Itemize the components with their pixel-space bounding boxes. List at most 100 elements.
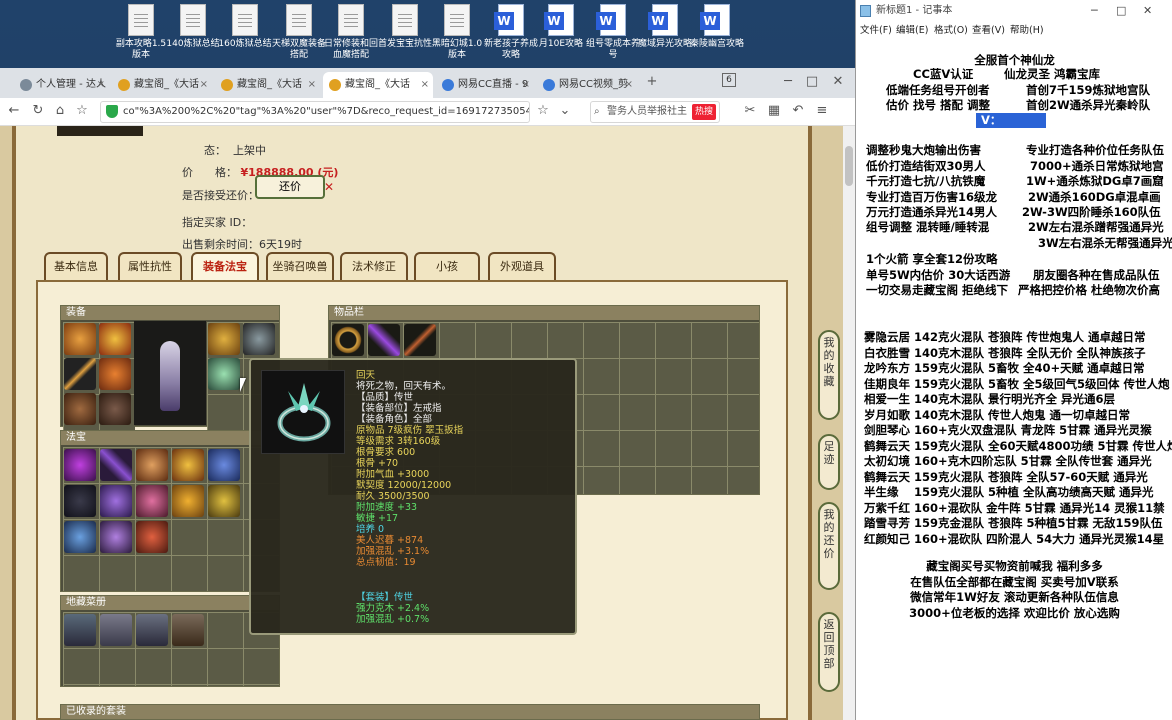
magic-item-7[interactable] [100, 485, 132, 517]
minimize-button[interactable]: ─ [778, 72, 798, 92]
np-line-3b: 首创7千159炼狱地宫队 [1026, 83, 1151, 97]
inventory-item-2[interactable] [368, 324, 400, 356]
desktop-icon-6[interactable]: 黑暗幻城1.0版本 [430, 4, 484, 61]
tab-count-badge[interactable]: 6 [722, 73, 736, 87]
magic-item-1[interactable] [64, 449, 96, 481]
close-icon[interactable]: × [97, 72, 105, 98]
minimize-button[interactable]: ─ [1091, 0, 1098, 22]
magic-item-4[interactable] [172, 449, 204, 481]
tooltip-name: 回天 [356, 370, 376, 381]
equip-belt[interactable] [64, 393, 96, 425]
magic-item-11[interactable] [64, 521, 96, 553]
desktop-icon-4[interactable]: 日常修装和回血魔搭配 [324, 4, 378, 61]
ghost-card-1[interactable] [64, 614, 96, 646]
magic-item-9[interactable] [172, 485, 204, 517]
ghost-card-4[interactable] [172, 614, 204, 646]
menu-format[interactable]: 格式(O) [934, 22, 968, 36]
equip-boots[interactable] [99, 393, 131, 425]
back-to-top-button[interactable]: 返回顶部 [818, 612, 840, 692]
tab-equipment[interactable]: 装备法宝 [191, 252, 259, 280]
menu-icon[interactable]: ▦ [764, 101, 784, 121]
tab-mount-summons[interactable]: 坐骑召唤兽 [266, 252, 334, 280]
desktop-icon-9[interactable]: W 组号零成本养号 [586, 4, 640, 61]
menu-view[interactable]: 查看(V) [972, 22, 1005, 36]
tab-spell-correction[interactable]: 法术修正 [340, 252, 408, 280]
dropdown-icon[interactable]: ⌄ [555, 101, 575, 121]
desktop-icon-3[interactable]: 天梯双魔装备搭配 [272, 4, 326, 61]
equip-necklace[interactable] [208, 323, 240, 355]
menu-help[interactable]: 帮助(H) [1010, 22, 1044, 36]
tab-cbg-active[interactable]: 藏宝阁_《大话 × [323, 72, 433, 98]
undo-icon[interactable]: ↶ [788, 101, 808, 121]
magic-item-2[interactable] [100, 449, 132, 481]
my-favorites-button[interactable]: 我的收藏 [818, 330, 840, 420]
desktop-icon-10[interactable]: W 魔域异光攻略 [638, 4, 692, 50]
maximize-button[interactable]: □ [802, 72, 822, 92]
scrollbar-thumb[interactable] [845, 146, 853, 186]
star-icon[interactable]: ☆ [533, 101, 553, 121]
new-tab-button[interactable]: + [642, 72, 662, 92]
back-button[interactable]: ← [4, 101, 24, 121]
menu-edit[interactable]: 编辑(E) [896, 22, 928, 36]
desktop-icon-2[interactable]: 160炼狱总结 [218, 4, 272, 50]
close-icon[interactable]: × [421, 72, 429, 98]
haggle-button[interactable]: 还价 [255, 175, 325, 199]
my-haggle-button[interactable]: 我的还价 [818, 502, 840, 590]
close-window-button[interactable]: ✕ [828, 72, 848, 92]
page-scrollbar[interactable] [843, 126, 855, 720]
hot-search-badge[interactable]: 热搜 [691, 104, 716, 120]
tab-attributes[interactable]: 属性抗性 [118, 252, 182, 280]
tab-cbg-2[interactable]: 藏宝阁_《大话 × [215, 72, 320, 98]
desktop-icon-11[interactable]: W 秦陵幽宫攻略 [690, 4, 744, 50]
ghost-card-2[interactable] [100, 614, 132, 646]
magic-item-10[interactable] [208, 485, 240, 517]
close-button[interactable]: ✕ [1143, 0, 1152, 22]
equip-ring-right[interactable] [243, 323, 275, 355]
close-icon[interactable]: × [200, 72, 208, 98]
tab-cbg-1[interactable]: 藏宝阁_《大话 × [112, 72, 212, 98]
home-icon[interactable]: ⌂ [50, 101, 70, 121]
desktop-icon-7[interactable]: W 新老孩子养成攻略 [484, 4, 538, 61]
magic-item-6[interactable] [64, 485, 96, 517]
magic-item-12[interactable] [100, 521, 132, 553]
price-label: 价 格： [182, 166, 237, 179]
equip-weapon[interactable] [64, 358, 96, 390]
magic-item-5[interactable] [208, 449, 240, 481]
equip-ring-left[interactable] [208, 358, 240, 390]
inventory-item-3[interactable] [404, 324, 436, 356]
close-icon[interactable]: × [308, 72, 316, 98]
desktop-icon-5[interactable]: 首发宝宝抗性 [378, 4, 432, 50]
magic-item-8[interactable] [136, 485, 168, 517]
magic-item-3[interactable] [136, 449, 168, 481]
tab-cc-video[interactable]: 网易CC视频_剪 × [537, 72, 637, 98]
tooltip-hp: 附加气血 +3000 [356, 469, 430, 480]
inventory-item-1[interactable] [332, 324, 364, 356]
tab-basic-info[interactable]: 基本信息 [44, 252, 108, 280]
tab-cc-live[interactable]: 网易CC直播 - 9 × [436, 72, 534, 98]
tab-appearance[interactable]: 外观道具 [488, 252, 556, 280]
magic-item-13[interactable] [136, 521, 168, 553]
tab-personal[interactable]: 个人管理 - 达人 × [14, 72, 109, 98]
footprint-button[interactable]: 足迹 [818, 434, 840, 490]
maximize-button[interactable]: □ [1116, 0, 1126, 22]
desktop-icon-1[interactable]: 140炼狱总结 [166, 4, 220, 50]
ghost-card-3[interactable] [136, 614, 168, 646]
equip-header: 装备 [61, 306, 279, 320]
equip-helm[interactable] [99, 323, 131, 355]
np-contact-selected[interactable]: V：noif1993 [976, 113, 1046, 142]
equip-hat[interactable] [64, 323, 96, 355]
tab-child[interactable]: 小孩 [414, 252, 480, 280]
refresh-button[interactable]: ↻ [28, 101, 48, 121]
cut-icon[interactable]: ✂ [740, 101, 760, 121]
menu-file[interactable]: 文件(F) [860, 22, 892, 36]
tab-bar: 个人管理 - 达人 × 藏宝阁_《大话 × 藏宝阁_《大话 × 藏宝阁_《大话 × 网易… [0, 68, 855, 98]
desktop-icon-0[interactable]: 副本攻略1.5版本 [114, 4, 168, 61]
search-input[interactable]: ⌕ 警务人员举报社主 热搜 [590, 101, 720, 123]
more-icon[interactable]: ≡ [812, 101, 832, 121]
equip-armor[interactable] [99, 358, 131, 390]
close-icon[interactable]: × [625, 72, 633, 98]
close-icon[interactable]: × [522, 72, 530, 98]
address-bar[interactable]: co"%3A%200%2C%20"tag"%3A%20"user"%7D&rec… [100, 101, 530, 123]
desktop-icon-8[interactable]: W 月10E攻略 [534, 4, 588, 50]
favorites-icon[interactable]: ☆ [72, 101, 92, 121]
